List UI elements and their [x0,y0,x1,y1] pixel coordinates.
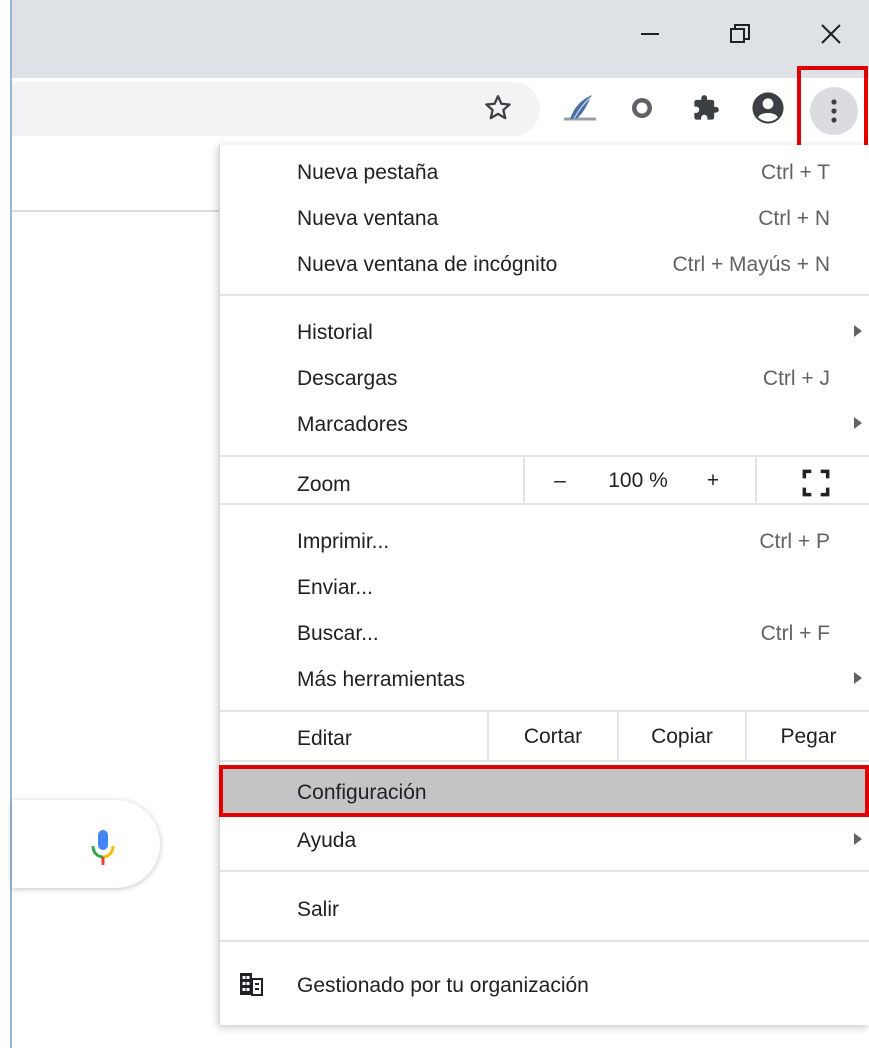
menu-item-cast[interactable]: Enviar... [220,564,869,610]
menu-item-label: Ayuda [297,829,357,852]
menu-separator [220,503,869,505]
menu-item-new-tab[interactable]: Nueva pestaña Ctrl + T [220,149,869,195]
bookmark-star-button[interactable] [478,86,518,130]
menu-item-label: Buscar... [297,622,379,645]
menu-item-shortcut: Ctrl + T [760,161,830,184]
zoom-level: 100 % [608,469,668,492]
menu-item-label: Imprimir... [297,530,390,553]
cut-button[interactable]: Cortar [489,725,617,749]
close-icon [821,24,841,44]
chrome-main-menu: Nueva pestaña Ctrl + T Nueva ventana Ctr… [219,145,869,1025]
menu-item-new-window[interactable]: Nueva ventana Ctrl + N [220,195,869,241]
extension-circle-button[interactable] [622,86,662,130]
zoom-label: Zoom [297,473,351,496]
submenu-arrow-icon [854,325,862,337]
menu-item-downloads[interactable]: Descargas Ctrl + J [220,355,869,401]
menu-item-help[interactable]: Ayuda [220,817,869,863]
menu-item-managed-by-org[interactable]: Gestionado por tu organización [220,962,869,1008]
menu-item-exit[interactable]: Salir [220,886,869,932]
profile-icon [752,92,784,124]
close-window-button[interactable] [806,10,856,58]
menu-item-new-incognito-window[interactable]: Nueva ventana de incógnito Ctrl + Mayús … [220,241,869,287]
puzzle-icon [694,95,719,120]
extension-circle-icon [632,98,652,118]
menu-item-label: Historial [297,321,373,344]
menu-item-print[interactable]: Imprimir... Ctrl + P [220,518,869,564]
menu-separator [220,455,869,457]
building-icon [240,973,263,996]
zoom-divider [755,457,757,503]
profile-button[interactable] [748,86,788,130]
address-bar[interactable] [12,82,540,136]
zoom-out-button[interactable]: – [545,469,575,493]
menu-item-shortcut: Ctrl + F [760,622,830,645]
menu-item-label: Descargas [297,367,398,390]
menu-item-bookmarks[interactable]: Marcadores [220,401,869,447]
menu-item-shortcut: Ctrl + N [758,207,830,230]
menu-item-history[interactable]: Historial [220,309,869,355]
google-search-box[interactable] [12,800,160,888]
menu-item-label: Nueva pestaña [297,161,439,184]
menu-button-highlight-box [797,66,868,155]
fullscreen-icon [802,469,830,497]
menu-item-find[interactable]: Buscar... Ctrl + F [220,610,869,656]
menu-separator [220,760,869,762]
menu-item-label: Enviar... [297,576,373,599]
menu-separator [220,940,869,942]
window-left-border [10,0,12,1048]
extension-quill-icon [564,95,596,121]
menu-item-shortcut: Ctrl + Mayús + N [672,253,830,276]
page-divider [12,210,220,212]
star-icon [485,95,511,120]
submenu-arrow-icon [854,417,862,429]
paste-button[interactable]: Pegar [747,725,869,749]
minimize-icon [641,33,659,35]
menu-item-label: Nueva ventana [297,207,439,230]
edit-label: Editar [297,727,352,750]
menu-item-label: Salir [297,898,340,921]
extension-quill-button[interactable] [560,86,600,130]
menu-item-label: Nueva ventana de incógnito [297,253,558,276]
menu-item-shortcut: Ctrl + J [762,367,830,390]
submenu-arrow-icon [854,672,862,684]
settings-highlight-box [219,765,869,817]
voice-search-mic-icon[interactable] [88,828,118,868]
restore-button[interactable] [715,10,765,58]
menu-item-label: Marcadores [297,413,408,436]
fullscreen-button[interactable] [802,469,830,497]
menu-separator [220,870,869,872]
restore-icon [730,24,750,43]
copy-button[interactable]: Copiar [619,725,745,749]
menu-item-shortcut: Ctrl + P [759,530,830,553]
menu-item-label: Más herramientas [297,668,466,691]
zoom-in-button[interactable]: + [698,469,728,493]
menu-item-label: Gestionado por tu organización [297,974,589,997]
minimize-button[interactable] [625,10,675,58]
extensions-button[interactable] [686,86,726,130]
menu-separator [220,710,869,712]
zoom-divider [523,457,525,503]
menu-item-more-tools[interactable]: Más herramientas [220,656,869,702]
browser-toolbar [12,78,869,144]
submenu-arrow-icon [854,833,862,845]
menu-separator [220,294,869,296]
